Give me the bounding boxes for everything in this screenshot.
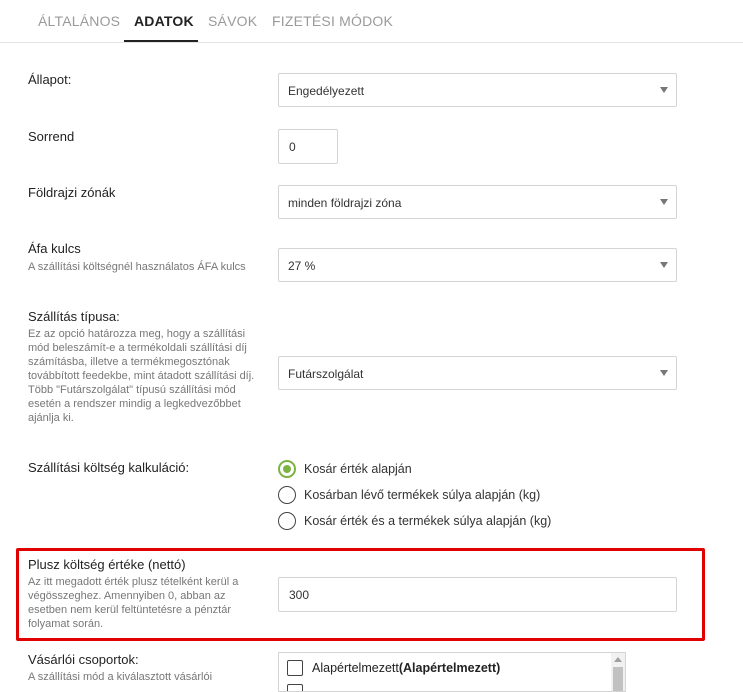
order-value: 0 <box>289 140 296 154</box>
vat-value: 27 % <box>288 259 316 273</box>
tab-general[interactable]: ÁLTALÁNOS <box>38 13 120 29</box>
tab-data[interactable]: ADATOK <box>134 13 194 29</box>
extra-cost-label: Plusz költség értéke (nettó) <box>28 557 186 572</box>
chevron-down-icon <box>660 199 668 205</box>
extra-cost-value: 300 <box>289 588 310 602</box>
radio-label: Kosár érték alapján <box>304 462 412 476</box>
checkbox-unchecked-icon[interactable] <box>287 660 303 676</box>
geo-zones-label: Földrajzi zónák <box>28 185 116 200</box>
scrollbar[interactable] <box>611 653 625 691</box>
shipping-type-select[interactable]: Futárszolgálat <box>278 356 677 390</box>
scroll-up-arrow-icon[interactable] <box>614 657 622 662</box>
radio-unchecked-icon[interactable] <box>278 512 296 530</box>
scroll-thumb[interactable] <box>613 667 623 691</box>
extra-cost-input[interactable]: 300 <box>278 577 677 612</box>
status-label: Állapot: <box>28 72 72 87</box>
radio-label: Kosár érték és a termékek súlya alapján … <box>304 514 552 528</box>
status-value: Engedélyezett <box>288 84 365 98</box>
chevron-down-icon <box>660 87 668 93</box>
tab-bands[interactable]: SÁVOK <box>208 13 257 29</box>
customer-groups-label: Vásárlói csoportok: <box>28 652 139 667</box>
vat-select[interactable]: 27 % <box>278 248 677 282</box>
checkbox-unchecked-icon[interactable] <box>287 684 303 691</box>
order-label: Sorrend <box>28 129 75 144</box>
group-default-tag: (Alapértelmezett) <box>398 661 501 675</box>
active-tab-indicator <box>124 40 198 42</box>
radio-label: Kosárban lévő termékek súlya alapján (kg… <box>304 488 541 502</box>
group-name: Alapértelmezett <box>312 661 399 675</box>
radio-checked-icon[interactable] <box>278 460 296 478</box>
vat-label: Áfa kulcs <box>28 241 81 256</box>
order-input[interactable]: 0 <box>278 129 338 164</box>
tab-bar: ÁLTALÁNOS ADATOK SÁVOK FIZETÉSI MÓDOK <box>0 0 743 43</box>
vat-help: A szállítási költségnél használatos ÁFA … <box>28 261 246 273</box>
customer-groups-list[interactable]: Alapértelmezett(Alapértelmezett) <box>278 652 626 692</box>
extra-cost-help: Az itt megadott érték plusz tételként ke… <box>28 576 239 630</box>
list-item[interactable]: Alapértelmezett(Alapértelmezett) <box>312 661 500 675</box>
chevron-down-icon <box>660 262 668 268</box>
shipping-type-help: Ez az opció határozza meg, hogy a szállí… <box>28 328 255 424</box>
chevron-down-icon <box>660 370 668 376</box>
geo-zones-value: minden földrajzi zóna <box>288 196 402 210</box>
geo-zones-select[interactable]: minden földrajzi zóna <box>278 185 677 219</box>
radio-unchecked-icon[interactable] <box>278 486 296 504</box>
shipping-type-value: Futárszolgálat <box>288 367 364 381</box>
status-select[interactable]: Engedélyezett <box>278 73 677 107</box>
shipping-type-label: Szállítás típusa: <box>28 309 120 324</box>
cost-calc-label: Szállítási költség kalkuláció: <box>28 460 190 475</box>
customer-groups-help: A szállítási mód a kiválasztott vásárlói <box>28 671 213 683</box>
tab-payment-methods[interactable]: FIZETÉSI MÓDOK <box>272 13 393 29</box>
